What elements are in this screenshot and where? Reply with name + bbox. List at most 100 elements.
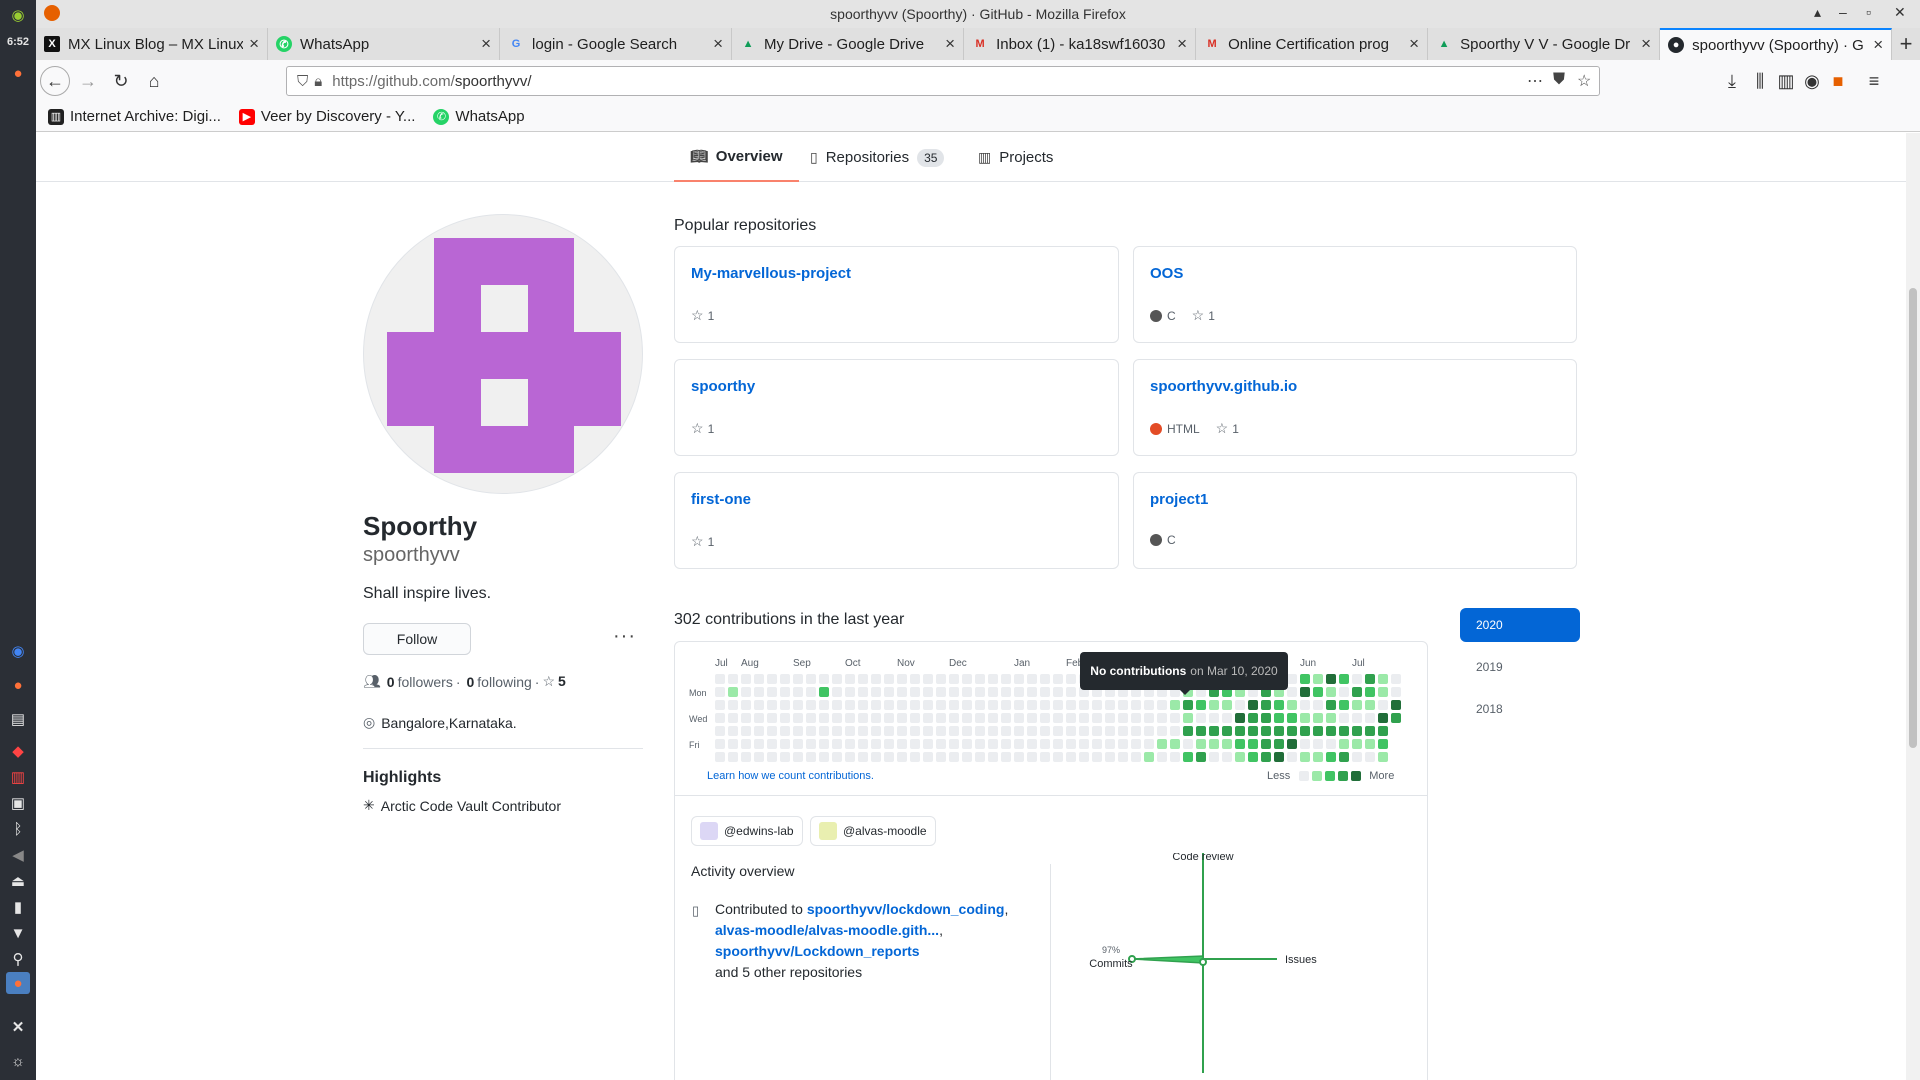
contribution-day[interactable] bbox=[884, 713, 894, 723]
contribution-day[interactable] bbox=[1053, 674, 1063, 684]
contribution-day[interactable] bbox=[1261, 726, 1271, 736]
contribution-day[interactable] bbox=[1352, 726, 1362, 736]
bluetooth-icon[interactable]: ᛒ bbox=[6, 818, 30, 840]
browser-tab-active[interactable]: ● spoorthyvv (Spoorthy) · G × bbox=[1660, 28, 1893, 60]
contribution-day[interactable] bbox=[1391, 687, 1401, 697]
contribution-day[interactable] bbox=[1027, 739, 1037, 749]
contribution-day[interactable] bbox=[728, 687, 738, 697]
contribution-day[interactable] bbox=[728, 752, 738, 762]
browser-tab[interactable]: X MX Linux Blog – MX Linux × bbox=[36, 28, 269, 60]
contribution-day[interactable] bbox=[1144, 752, 1154, 762]
contribution-day[interactable] bbox=[884, 752, 894, 762]
contribution-day[interactable] bbox=[962, 713, 972, 723]
contribution-day[interactable] bbox=[949, 726, 959, 736]
contribution-day[interactable] bbox=[1144, 739, 1154, 749]
contribution-day[interactable] bbox=[1131, 726, 1141, 736]
contribution-day[interactable] bbox=[767, 687, 777, 697]
contribution-day[interactable] bbox=[910, 739, 920, 749]
paperclip-icon[interactable]: ⚲ bbox=[6, 948, 30, 970]
contribution-day[interactable] bbox=[845, 713, 855, 723]
contribution-day[interactable] bbox=[806, 674, 816, 684]
contribution-day[interactable] bbox=[1261, 713, 1271, 723]
files-launcher-icon[interactable]: ▤ bbox=[6, 708, 30, 730]
contribution-day[interactable] bbox=[858, 700, 868, 710]
contribution-day[interactable] bbox=[1326, 713, 1336, 723]
power-icon[interactable]: ☼ bbox=[6, 1050, 30, 1072]
contribution-day[interactable] bbox=[1157, 752, 1167, 762]
firefox-launcher-icon[interactable]: ● bbox=[6, 674, 30, 696]
contribution-day[interactable] bbox=[1079, 700, 1089, 710]
contribution-day[interactable] bbox=[1040, 752, 1050, 762]
contribution-day[interactable] bbox=[1027, 700, 1037, 710]
contribution-day[interactable] bbox=[819, 713, 829, 723]
contribution-day[interactable] bbox=[975, 687, 985, 697]
contribution-day[interactable] bbox=[1066, 726, 1076, 736]
followers-link[interactable]: 0 followers bbox=[384, 674, 453, 690]
contribution-day[interactable] bbox=[1183, 739, 1193, 749]
more-options-icon[interactable]: ··· bbox=[613, 625, 636, 648]
contribution-day[interactable] bbox=[1053, 739, 1063, 749]
wifi-icon[interactable]: ▼ bbox=[6, 922, 30, 944]
contribution-day[interactable] bbox=[897, 687, 907, 697]
contribution-day[interactable] bbox=[1300, 674, 1310, 684]
contribution-day[interactable] bbox=[936, 752, 946, 762]
contribution-day[interactable] bbox=[1339, 687, 1349, 697]
contribution-day[interactable] bbox=[1378, 739, 1388, 749]
contribution-day[interactable] bbox=[1105, 739, 1115, 749]
close-tab-icon[interactable]: × bbox=[1409, 34, 1419, 54]
contribution-day[interactable] bbox=[1014, 700, 1024, 710]
contribution-day[interactable] bbox=[1222, 739, 1232, 749]
contribution-day[interactable] bbox=[780, 726, 790, 736]
contribution-day[interactable] bbox=[819, 700, 829, 710]
contribution-day[interactable] bbox=[754, 700, 764, 710]
contribution-day[interactable] bbox=[1365, 713, 1375, 723]
contribution-day[interactable] bbox=[910, 713, 920, 723]
contribution-day[interactable] bbox=[1287, 752, 1297, 762]
stars-link[interactable]: ☆ 5 bbox=[542, 673, 568, 690]
contribution-day[interactable] bbox=[1105, 713, 1115, 723]
contribution-day[interactable] bbox=[793, 752, 803, 762]
contribution-day[interactable] bbox=[1300, 687, 1310, 697]
contribution-day[interactable] bbox=[1235, 713, 1245, 723]
contribution-day[interactable] bbox=[1339, 752, 1349, 762]
close-tab-icon[interactable]: × bbox=[1873, 35, 1883, 55]
contribution-day[interactable] bbox=[923, 700, 933, 710]
contribution-day[interactable] bbox=[1287, 674, 1297, 684]
contribution-day[interactable] bbox=[806, 739, 816, 749]
contribution-day[interactable] bbox=[1105, 700, 1115, 710]
contribution-day[interactable] bbox=[1248, 713, 1258, 723]
contribution-day[interactable] bbox=[1066, 700, 1076, 710]
contribution-day[interactable] bbox=[1157, 739, 1167, 749]
contribution-day[interactable] bbox=[910, 726, 920, 736]
contribution-day[interactable] bbox=[793, 713, 803, 723]
contribution-day[interactable] bbox=[949, 713, 959, 723]
contribution-day[interactable] bbox=[1365, 700, 1375, 710]
contribution-day[interactable] bbox=[858, 674, 868, 684]
avatar[interactable] bbox=[363, 214, 643, 494]
contribution-day[interactable] bbox=[1040, 739, 1050, 749]
contribution-day[interactable] bbox=[858, 752, 868, 762]
contribution-day[interactable] bbox=[1352, 687, 1362, 697]
contribution-day[interactable] bbox=[1001, 713, 1011, 723]
contribution-day[interactable] bbox=[1092, 752, 1102, 762]
contribution-day[interactable] bbox=[1092, 713, 1102, 723]
contribution-day[interactable] bbox=[1196, 700, 1206, 710]
contribution-day[interactable] bbox=[988, 713, 998, 723]
contribution-day[interactable] bbox=[715, 674, 725, 684]
contribution-day[interactable] bbox=[1287, 739, 1297, 749]
contribution-day[interactable] bbox=[1313, 739, 1323, 749]
lock-icon[interactable]: 🔒︎ bbox=[314, 73, 322, 90]
contribution-day[interactable] bbox=[767, 752, 777, 762]
contribution-day[interactable] bbox=[1326, 739, 1336, 749]
contribution-day[interactable] bbox=[1378, 674, 1388, 684]
contribution-day[interactable] bbox=[832, 726, 842, 736]
contribution-day[interactable] bbox=[923, 739, 933, 749]
contribution-day[interactable] bbox=[780, 752, 790, 762]
contribution-day[interactable] bbox=[897, 752, 907, 762]
contribution-day[interactable] bbox=[767, 739, 777, 749]
contribution-day[interactable] bbox=[1352, 700, 1362, 710]
contribution-day[interactable] bbox=[988, 739, 998, 749]
contribution-day[interactable] bbox=[962, 700, 972, 710]
contribution-day[interactable] bbox=[1274, 739, 1284, 749]
org-filter-button[interactable]: @edwins-lab bbox=[691, 816, 803, 846]
